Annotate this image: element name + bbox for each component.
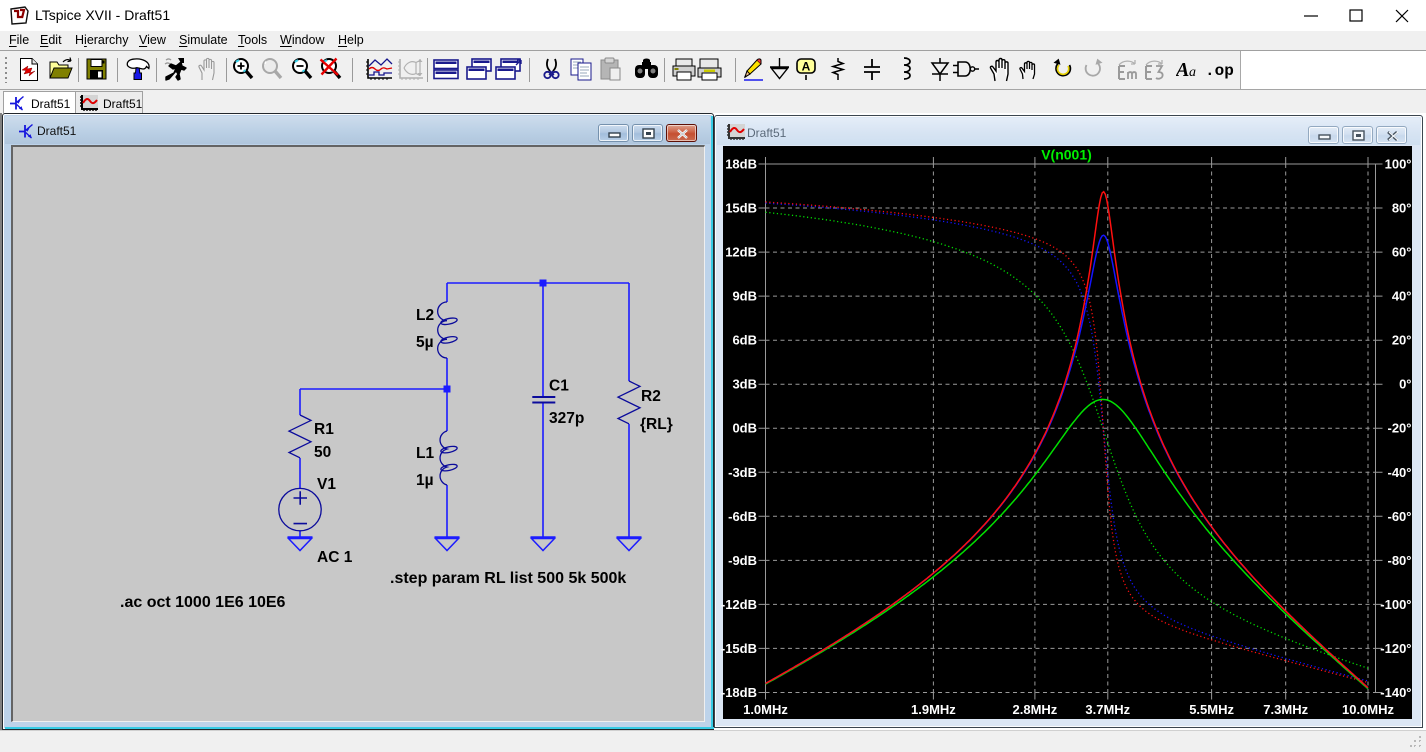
svg-text:15dB: 15dB xyxy=(725,201,757,216)
svg-text:L2: L2 xyxy=(416,307,434,324)
svg-text:R1: R1 xyxy=(314,421,334,438)
svg-text:A: A xyxy=(802,60,811,74)
svg-text:a: a xyxy=(1189,65,1196,80)
svg-text:18dB: 18dB xyxy=(725,157,757,172)
svg-text:.step param RL list 500 5k 500: .step param RL list 500 5k 500k xyxy=(390,570,626,587)
svg-text:-100°: -100° xyxy=(1380,597,1411,612)
svg-text:-80°: -80° xyxy=(1388,553,1412,568)
svg-text:1.9MHz: 1.9MHz xyxy=(911,702,956,717)
svg-text:12dB: 12dB xyxy=(725,245,757,260)
svg-text:3.7MHz: 3.7MHz xyxy=(1085,702,1130,717)
svg-text:-20°: -20° xyxy=(1388,421,1412,436)
svg-text:40°: 40° xyxy=(1392,289,1412,304)
svg-text:0dB: 0dB xyxy=(732,421,757,436)
svg-text:-15dB: -15dB xyxy=(721,641,757,656)
svg-text:-120°: -120° xyxy=(1380,641,1411,656)
svg-text:-12dB: -12dB xyxy=(721,597,757,612)
svg-text:1µ: 1µ xyxy=(416,472,434,489)
svg-text:50: 50 xyxy=(314,444,331,461)
svg-text:-40°: -40° xyxy=(1388,465,1412,480)
svg-text:7.3MHz: 7.3MHz xyxy=(1263,702,1308,717)
svg-text:-3dB: -3dB xyxy=(728,465,757,480)
svg-text:10.0MHz: 10.0MHz xyxy=(1342,702,1395,717)
svg-text:{RL}: {RL} xyxy=(640,416,673,433)
svg-text:C1: C1 xyxy=(549,378,569,395)
svg-text:.ac oct 1000 1E6 10E6: .ac oct 1000 1E6 10E6 xyxy=(120,594,286,611)
svg-text:R2: R2 xyxy=(641,388,661,405)
svg-text:V(n001): V(n001) xyxy=(1041,147,1092,163)
svg-text:5.5MHz: 5.5MHz xyxy=(1189,702,1234,717)
svg-text:80°: 80° xyxy=(1392,201,1412,216)
svg-text:A: A xyxy=(1176,59,1189,81)
svg-text:6dB: 6dB xyxy=(732,333,757,348)
svg-text:20°: 20° xyxy=(1392,333,1412,348)
svg-text:9dB: 9dB xyxy=(732,289,757,304)
svg-text:327p: 327p xyxy=(549,410,584,427)
svg-text:-9dB: -9dB xyxy=(728,553,757,568)
svg-text:-60°: -60° xyxy=(1388,509,1412,524)
svg-text:2.8MHz: 2.8MHz xyxy=(1013,702,1058,717)
svg-text:0°: 0° xyxy=(1399,377,1411,392)
svg-text:5µ: 5µ xyxy=(416,334,434,351)
svg-text:.op: .op xyxy=(1205,62,1234,80)
svg-text:-18dB: -18dB xyxy=(721,685,757,700)
svg-text:3dB: 3dB xyxy=(732,377,757,392)
svg-text:1.0MHz: 1.0MHz xyxy=(743,702,788,717)
svg-text:V1: V1 xyxy=(317,476,336,493)
svg-text:-140°: -140° xyxy=(1380,685,1411,700)
svg-text:-6dB: -6dB xyxy=(728,509,757,524)
svg-text:100°: 100° xyxy=(1385,157,1412,172)
svg-text:AC 1: AC 1 xyxy=(317,549,353,566)
svg-text:60°: 60° xyxy=(1392,245,1412,260)
svg-text:L1: L1 xyxy=(416,445,434,462)
